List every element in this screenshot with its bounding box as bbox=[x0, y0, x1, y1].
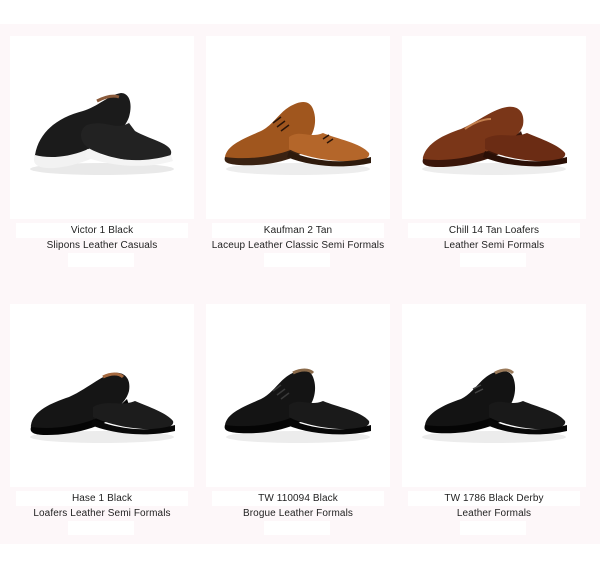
loafer-shoe-icon bbox=[422, 106, 567, 175]
product-name[interactable]: Chill 14 Tan Loafers bbox=[382, 225, 600, 236]
brogue-shoe-icon bbox=[224, 368, 371, 443]
product-description: Leather Semi Formals bbox=[443, 240, 545, 251]
product-description: Slipons Leather Casuals bbox=[46, 240, 158, 251]
product-description: Brogue Leather Formals bbox=[242, 508, 354, 519]
page-bottom-strip bbox=[0, 544, 600, 570]
page-top-strip bbox=[0, 0, 600, 24]
subtitle-band bbox=[460, 253, 526, 267]
product-description: Laceup Leather Classic Semi Formals bbox=[211, 240, 385, 251]
subtitle-band bbox=[264, 521, 330, 535]
brogue-shoe-icon bbox=[224, 101, 371, 175]
product-name[interactable]: Kaufman 2 Tan bbox=[186, 225, 410, 236]
product-image[interactable] bbox=[402, 304, 586, 487]
product-image[interactable] bbox=[10, 36, 194, 219]
derby-shoe-icon bbox=[422, 368, 567, 443]
subtitle-band bbox=[68, 521, 134, 535]
product-image[interactable] bbox=[10, 304, 194, 487]
product-image[interactable] bbox=[402, 36, 586, 219]
product-card[interactable]: TW 110094 Black Brogue Leather Formals bbox=[206, 304, 390, 569]
slipon-shoe-icon bbox=[30, 92, 174, 175]
product-name[interactable]: Victor 1 Black bbox=[0, 225, 214, 236]
product-card[interactable]: Kaufman 2 Tan Laceup Leather Classic Sem… bbox=[206, 36, 390, 301]
subtitle-band bbox=[68, 253, 134, 267]
loafer-shoe-icon bbox=[30, 372, 175, 443]
product-image[interactable] bbox=[206, 304, 390, 487]
product-image[interactable] bbox=[206, 36, 390, 219]
product-name[interactable]: Hase 1 Black bbox=[0, 493, 214, 504]
product-card[interactable]: Victor 1 Black Slipons Leather Casuals bbox=[10, 36, 194, 301]
product-description: Leather Formals bbox=[456, 508, 532, 519]
product-description: Loafers Leather Semi Formals bbox=[33, 508, 171, 519]
product-name[interactable]: TW 1786 Black Derby bbox=[382, 493, 600, 504]
product-card[interactable]: TW 1786 Black Derby Leather Formals bbox=[402, 304, 586, 569]
subtitle-band bbox=[460, 521, 526, 535]
subtitle-band bbox=[264, 253, 330, 267]
product-card[interactable]: Chill 14 Tan Loafers Leather Semi Formal… bbox=[402, 36, 586, 301]
product-name[interactable]: TW 110094 Black bbox=[186, 493, 410, 504]
product-card[interactable]: Hase 1 Black Loafers Leather Semi Formal… bbox=[10, 304, 194, 569]
